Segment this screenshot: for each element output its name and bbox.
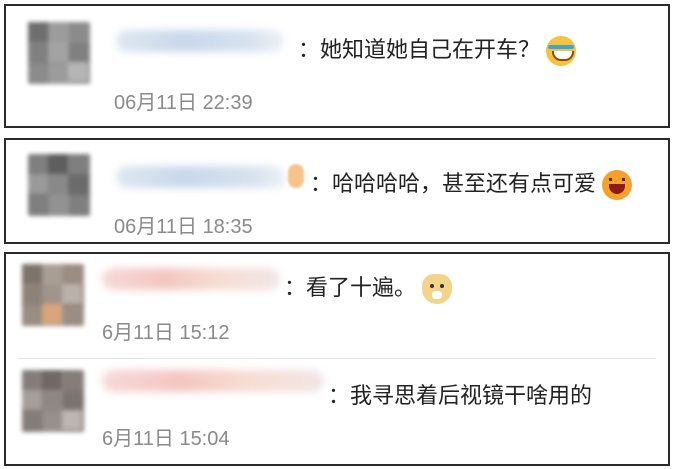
avatar[interactable] xyxy=(28,22,90,84)
comment-text: ：哈哈哈哈，甚至还有点可爱 xyxy=(310,166,633,200)
comment-timestamp: 6月11日 15:12 xyxy=(102,322,230,344)
comment-card-1: ：她知道她自己在开车？ 06月11日 22:39 xyxy=(4,4,670,128)
comment-separator: ： xyxy=(298,38,321,63)
comment-card-2: ：哈哈哈哈，甚至还有点可爱 06月11日 18:35 xyxy=(4,138,670,244)
laughing-tears-emoji-icon xyxy=(546,36,577,66)
avatar[interactable] xyxy=(22,264,84,326)
comment-separator: ： xyxy=(328,384,351,409)
username-blurred[interactable] xyxy=(102,268,280,290)
comment-timestamp: 06月11日 22:39 xyxy=(114,92,253,114)
username-blurred[interactable] xyxy=(116,30,284,52)
comment-text: ：我寻思着后视镜干啥用的 xyxy=(328,378,592,410)
comment-timestamp: 06月11日 18:35 xyxy=(114,216,253,238)
doge-emoji-icon xyxy=(422,274,453,304)
comment-text: ：她知道她自己在开车？ xyxy=(298,32,577,66)
username-blurred[interactable] xyxy=(102,370,324,392)
comment-card-3: ：看了十遍。 6月11日 15:12 ：我寻思着后视镜干啥用的 6月11日 15… xyxy=(4,252,670,466)
divider xyxy=(18,358,656,359)
grinning-emoji-icon xyxy=(602,170,633,200)
avatar[interactable] xyxy=(22,370,84,432)
username-blurred[interactable] xyxy=(116,166,286,188)
comment-separator: ： xyxy=(310,172,333,197)
comment-timestamp: 6月11日 15:04 xyxy=(102,428,230,450)
comment-text: ：看了十遍。 xyxy=(284,270,453,304)
avatar[interactable] xyxy=(28,154,90,216)
user-badge-blurred xyxy=(288,164,304,188)
comment-body: 看了十遍。 xyxy=(306,276,417,301)
comment-separator: ： xyxy=(284,276,307,301)
comment-body: 她知道她自己在开车？ xyxy=(320,38,541,63)
comment-body: 我寻思着后视镜干啥用的 xyxy=(350,384,593,409)
comment-body: 哈哈哈哈，甚至还有点可爱 xyxy=(332,172,597,197)
